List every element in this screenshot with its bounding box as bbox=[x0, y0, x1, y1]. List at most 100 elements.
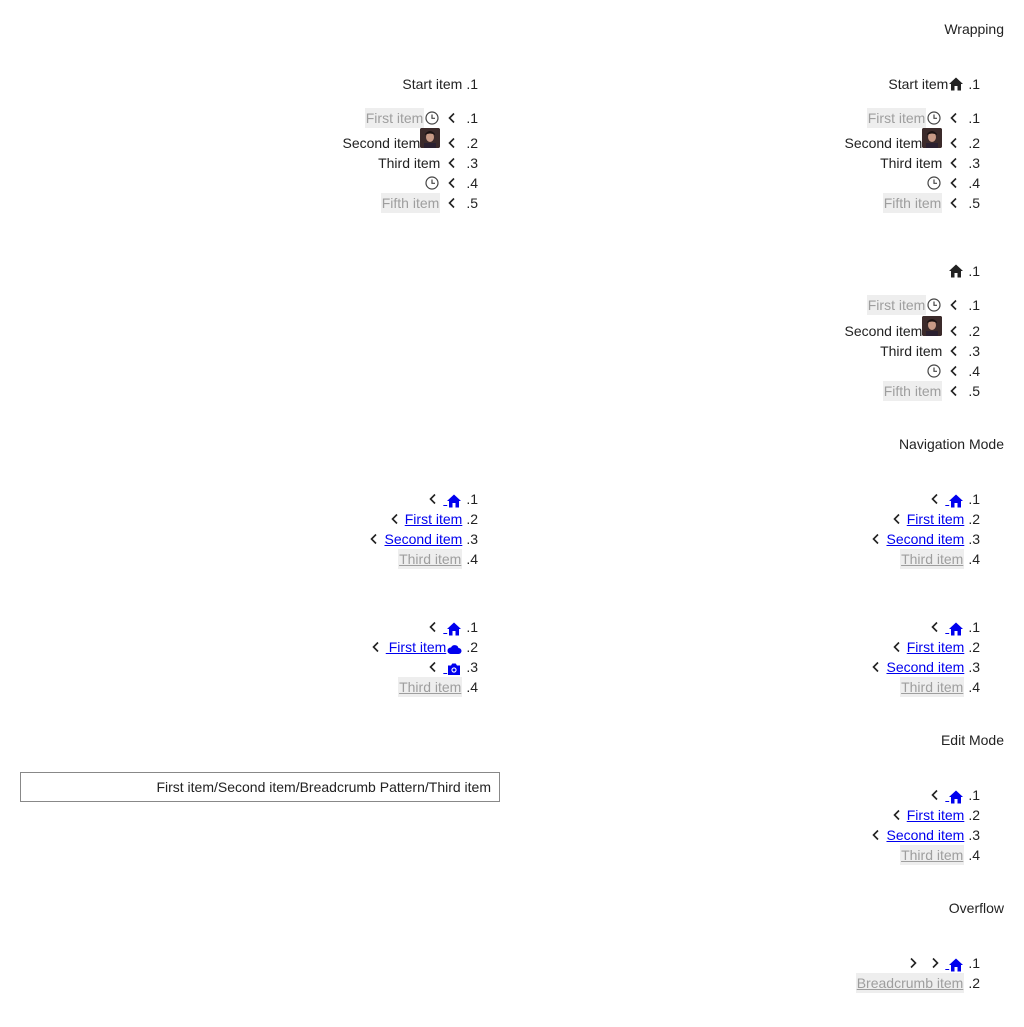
breadcrumb-item[interactable]: .4 bbox=[424, 173, 478, 193]
breadcrumb-item[interactable]: Second item .2 bbox=[844, 128, 980, 153]
breadcrumb-start-row: Start item .1 bbox=[402, 74, 478, 94]
item-number: .2 bbox=[466, 639, 478, 655]
breadcrumb-item[interactable]: First item .2 bbox=[885, 805, 980, 825]
item-number: .1 bbox=[466, 619, 478, 635]
section-heading-overflow: Overflow bbox=[948, 900, 1004, 916]
breadcrumb-item[interactable]: Second item .2 bbox=[844, 316, 980, 341]
chevron-left-icon bbox=[366, 531, 382, 547]
breadcrumb-item[interactable]: .3 bbox=[421, 657, 478, 677]
breadcrumb-item[interactable]: Third item .3 bbox=[880, 341, 980, 361]
breadcrumb-item[interactable]: First item .2 bbox=[383, 509, 478, 529]
breadcrumb-item[interactable]: .4 bbox=[926, 361, 980, 381]
third-item-current: Third item bbox=[900, 845, 965, 865]
second-item-link[interactable]: Second item bbox=[384, 529, 462, 549]
breadcrumb-item[interactable]: Fifth item .5 bbox=[380, 193, 478, 213]
item-number: .5 bbox=[968, 195, 980, 211]
breadcrumb-item[interactable]: First item .2 bbox=[885, 509, 980, 529]
chevron-left-icon bbox=[444, 135, 460, 151]
breadcrumb-item[interactable]: .1 bbox=[421, 617, 478, 637]
chevron-left-icon bbox=[946, 135, 962, 151]
item-number: .2 bbox=[466, 511, 478, 527]
breadcrumb-item[interactable]: .4 bbox=[926, 173, 980, 193]
third-item-label: Third item bbox=[378, 155, 441, 171]
breadcrumb-item[interactable]: Second item .3 bbox=[864, 529, 980, 549]
item-number: .2 bbox=[466, 135, 478, 151]
first-item-link[interactable]: First item bbox=[907, 805, 965, 825]
cloud-icon bbox=[446, 641, 462, 657]
second-item-label: Second item bbox=[844, 323, 923, 339]
item-number: .2 bbox=[968, 135, 980, 151]
breadcrumb-item[interactable]: First item .1 bbox=[866, 108, 980, 128]
item-number: .3 bbox=[466, 531, 478, 547]
breadcrumb-item[interactable]: .1 bbox=[923, 617, 980, 637]
item-number: .4 bbox=[466, 679, 478, 695]
second-item-label: Second item bbox=[342, 135, 421, 151]
breadcrumb-item[interactable]: First item .1 bbox=[364, 108, 478, 128]
breadcrumb-item[interactable]: Fifth item .5 bbox=[882, 381, 980, 401]
first-item-link[interactable]: First item bbox=[907, 637, 965, 657]
start-item-label: Start item bbox=[888, 76, 949, 92]
breadcrumb-item[interactable]: Second item .3 bbox=[864, 825, 980, 845]
clock-icon bbox=[926, 110, 942, 126]
home-link[interactable] bbox=[945, 617, 964, 637]
home-icon bbox=[948, 263, 964, 279]
breadcrumb-item[interactable]: Third item .3 bbox=[880, 153, 980, 173]
chevron-left-icon bbox=[946, 195, 962, 211]
section-heading-edit: Edit Mode bbox=[940, 732, 1004, 748]
breadcrumb-item[interactable]: .1 bbox=[421, 489, 478, 509]
start-item-label: Start item bbox=[402, 76, 463, 92]
chevron-left-icon bbox=[889, 639, 905, 655]
first-item-link[interactable]: First item bbox=[907, 509, 965, 529]
chevron-left-icon bbox=[889, 807, 905, 823]
first-item-link[interactable]: First item bbox=[405, 509, 463, 529]
item-number: .4 bbox=[968, 847, 980, 863]
breadcrumb-path-input[interactable]: First item/Second item/Breadcrumb Patter… bbox=[20, 772, 500, 802]
item-number: .4 bbox=[968, 551, 980, 567]
home-icon bbox=[948, 493, 964, 509]
item-number: .3 bbox=[466, 659, 478, 675]
item-number: .1 bbox=[968, 76, 980, 92]
breadcrumb-item[interactable]: First item .1 bbox=[866, 295, 980, 315]
breadcrumb-item: Breadcrumb item .2 bbox=[855, 973, 980, 993]
breadcrumb-item: Third item .4 bbox=[900, 677, 980, 697]
third-item-label: Third item bbox=[880, 155, 943, 171]
item-number: .5 bbox=[968, 383, 980, 399]
breadcrumb-item[interactable]: Second item .3 bbox=[864, 657, 980, 677]
breadcrumb-item[interactable]: First item .2 bbox=[885, 637, 980, 657]
clock-icon bbox=[926, 363, 942, 379]
breadcrumb-item[interactable]: .1 bbox=[923, 785, 980, 805]
home-link[interactable] bbox=[945, 953, 964, 973]
breadcrumb-item[interactable]: Second item .3 bbox=[362, 529, 478, 549]
home-link[interactable] bbox=[945, 785, 964, 805]
breadcrumb-item[interactable]: Second item .2 bbox=[342, 128, 478, 153]
home-icon bbox=[948, 957, 964, 973]
home-link[interactable] bbox=[443, 489, 462, 509]
breadcrumb-item[interactable]: Third item .3 bbox=[378, 153, 478, 173]
chevron-right-icon[interactable] bbox=[905, 955, 921, 971]
avatar bbox=[922, 316, 943, 336]
clock-icon bbox=[424, 110, 440, 126]
third-item-label: Third item bbox=[880, 343, 943, 359]
second-item-link[interactable]: Second item bbox=[886, 657, 964, 677]
chevron-left-icon bbox=[444, 195, 460, 211]
clock-icon bbox=[926, 175, 942, 191]
item-number: .4 bbox=[968, 363, 980, 379]
first-item-link[interactable]: First item bbox=[386, 637, 463, 657]
home-link[interactable] bbox=[443, 617, 462, 637]
item-number: .4 bbox=[968, 679, 980, 695]
camera-link[interactable] bbox=[443, 657, 462, 677]
breadcrumb-item[interactable]: .1 bbox=[923, 489, 980, 509]
second-item-link[interactable]: Second item bbox=[886, 529, 964, 549]
breadcrumb-item[interactable]: .1 bbox=[901, 953, 980, 973]
breadcrumb-item[interactable]: First item .2 bbox=[364, 637, 478, 657]
chevron-left-icon bbox=[868, 659, 884, 675]
item-number: .3 bbox=[968, 659, 980, 675]
home-link[interactable] bbox=[945, 489, 964, 509]
second-item-label: Second item bbox=[844, 135, 923, 151]
first-item-label: First item bbox=[866, 108, 927, 128]
first-item-link-label: First item bbox=[388, 639, 447, 655]
breadcrumb-item[interactable]: Fifth item .5 bbox=[882, 193, 980, 213]
second-item-link[interactable]: Second item bbox=[886, 825, 964, 845]
item-number: .1 bbox=[968, 491, 980, 507]
chevron-left-icon bbox=[425, 659, 441, 675]
